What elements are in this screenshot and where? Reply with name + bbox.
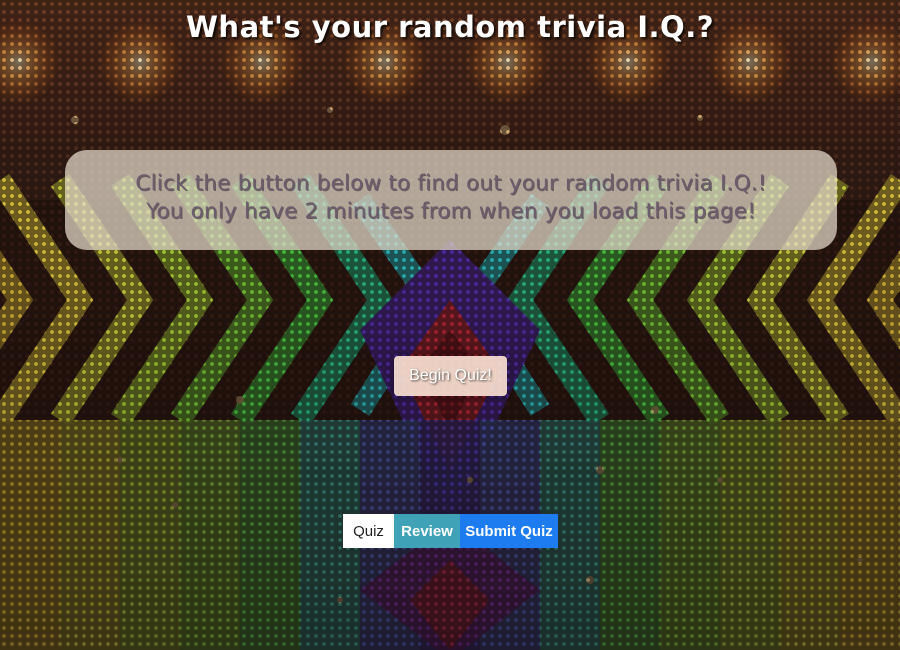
tab-submit-quiz[interactable]: Submit Quiz: [460, 514, 558, 548]
intro-line-1: Click the button below to find out your …: [135, 171, 767, 196]
page-title: What's your random trivia I.Q.?: [185, 10, 715, 44]
background-led-wall: [0, 0, 900, 650]
background-shade: [0, 0, 900, 650]
tab-quiz[interactable]: Quiz: [343, 514, 394, 548]
intro-line-2: You only have 2 minutes from when you lo…: [145, 199, 757, 224]
tab-bar: Quiz Review Submit Quiz: [343, 514, 558, 548]
tab-review[interactable]: Review: [394, 514, 460, 548]
intro-panel: Click the button below to find out your …: [65, 150, 837, 250]
begin-quiz-button[interactable]: Begin Quiz!: [394, 356, 507, 396]
